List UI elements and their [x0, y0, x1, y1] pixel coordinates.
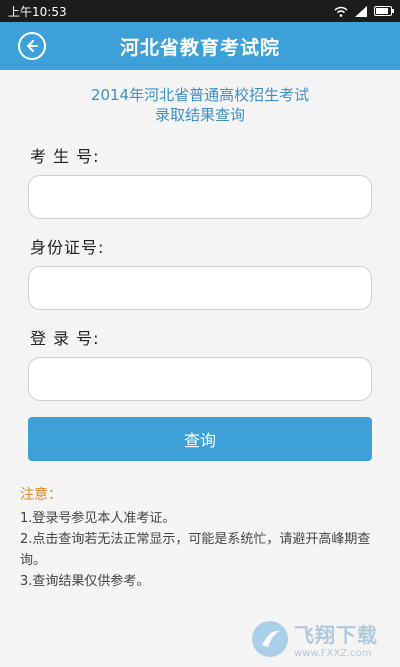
login-number-input[interactable] — [28, 357, 372, 401]
notes-title: 注意： — [20, 487, 62, 503]
back-button[interactable] — [18, 32, 46, 60]
id-number-input[interactable] — [28, 266, 372, 310]
status-icons — [334, 5, 394, 17]
signal-icon — [355, 5, 367, 17]
login-number-label: 登 录 号: — [30, 329, 100, 348]
id-number-label: 身份证号: — [30, 238, 105, 257]
note-item-3: 3.查询结果仅供参考。 — [20, 574, 150, 589]
status-time: 上午10:53 — [8, 4, 67, 19]
watermark-text: 飞翔下载 — [294, 623, 378, 647]
exam-number-label: 考 生 号: — [30, 147, 100, 166]
back-arrow-icon — [27, 40, 38, 52]
exam-number-input[interactable] — [28, 175, 372, 219]
status-bar: 上午10:53 — [0, 0, 400, 22]
app-bar: 河北省教育考试院 — [0, 22, 400, 70]
watermark: 飞翔下载 www.FXXZ.com — [252, 615, 392, 663]
query-button[interactable]: 查询 — [28, 417, 372, 461]
watermark-url: www.FXXZ.com — [294, 648, 372, 659]
subtitle-line-2: 录取结果查询 — [154, 106, 245, 124]
subtitle: 2014年河北省普通高校招生考试 录取结果查询 — [0, 85, 400, 125]
notes: 注意： 1.登录号参见本人准考证。 2.点击查询若无法正常显示，可能是系统忙，请… — [20, 485, 390, 592]
page-title: 河北省教育考试院 — [119, 36, 280, 59]
note-item-2: 2.点击查询若无法正常显示，可能是系统忙，请避开高峰期查询。 — [20, 532, 371, 568]
subtitle-line-1: 2014年河北省普通高校招生考试 — [90, 86, 310, 104]
battery-icon — [374, 6, 394, 16]
note-item-1: 1.登录号参见本人准考证。 — [20, 511, 176, 526]
watermark-logo-icon — [252, 621, 288, 657]
wifi-icon — [334, 6, 348, 17]
